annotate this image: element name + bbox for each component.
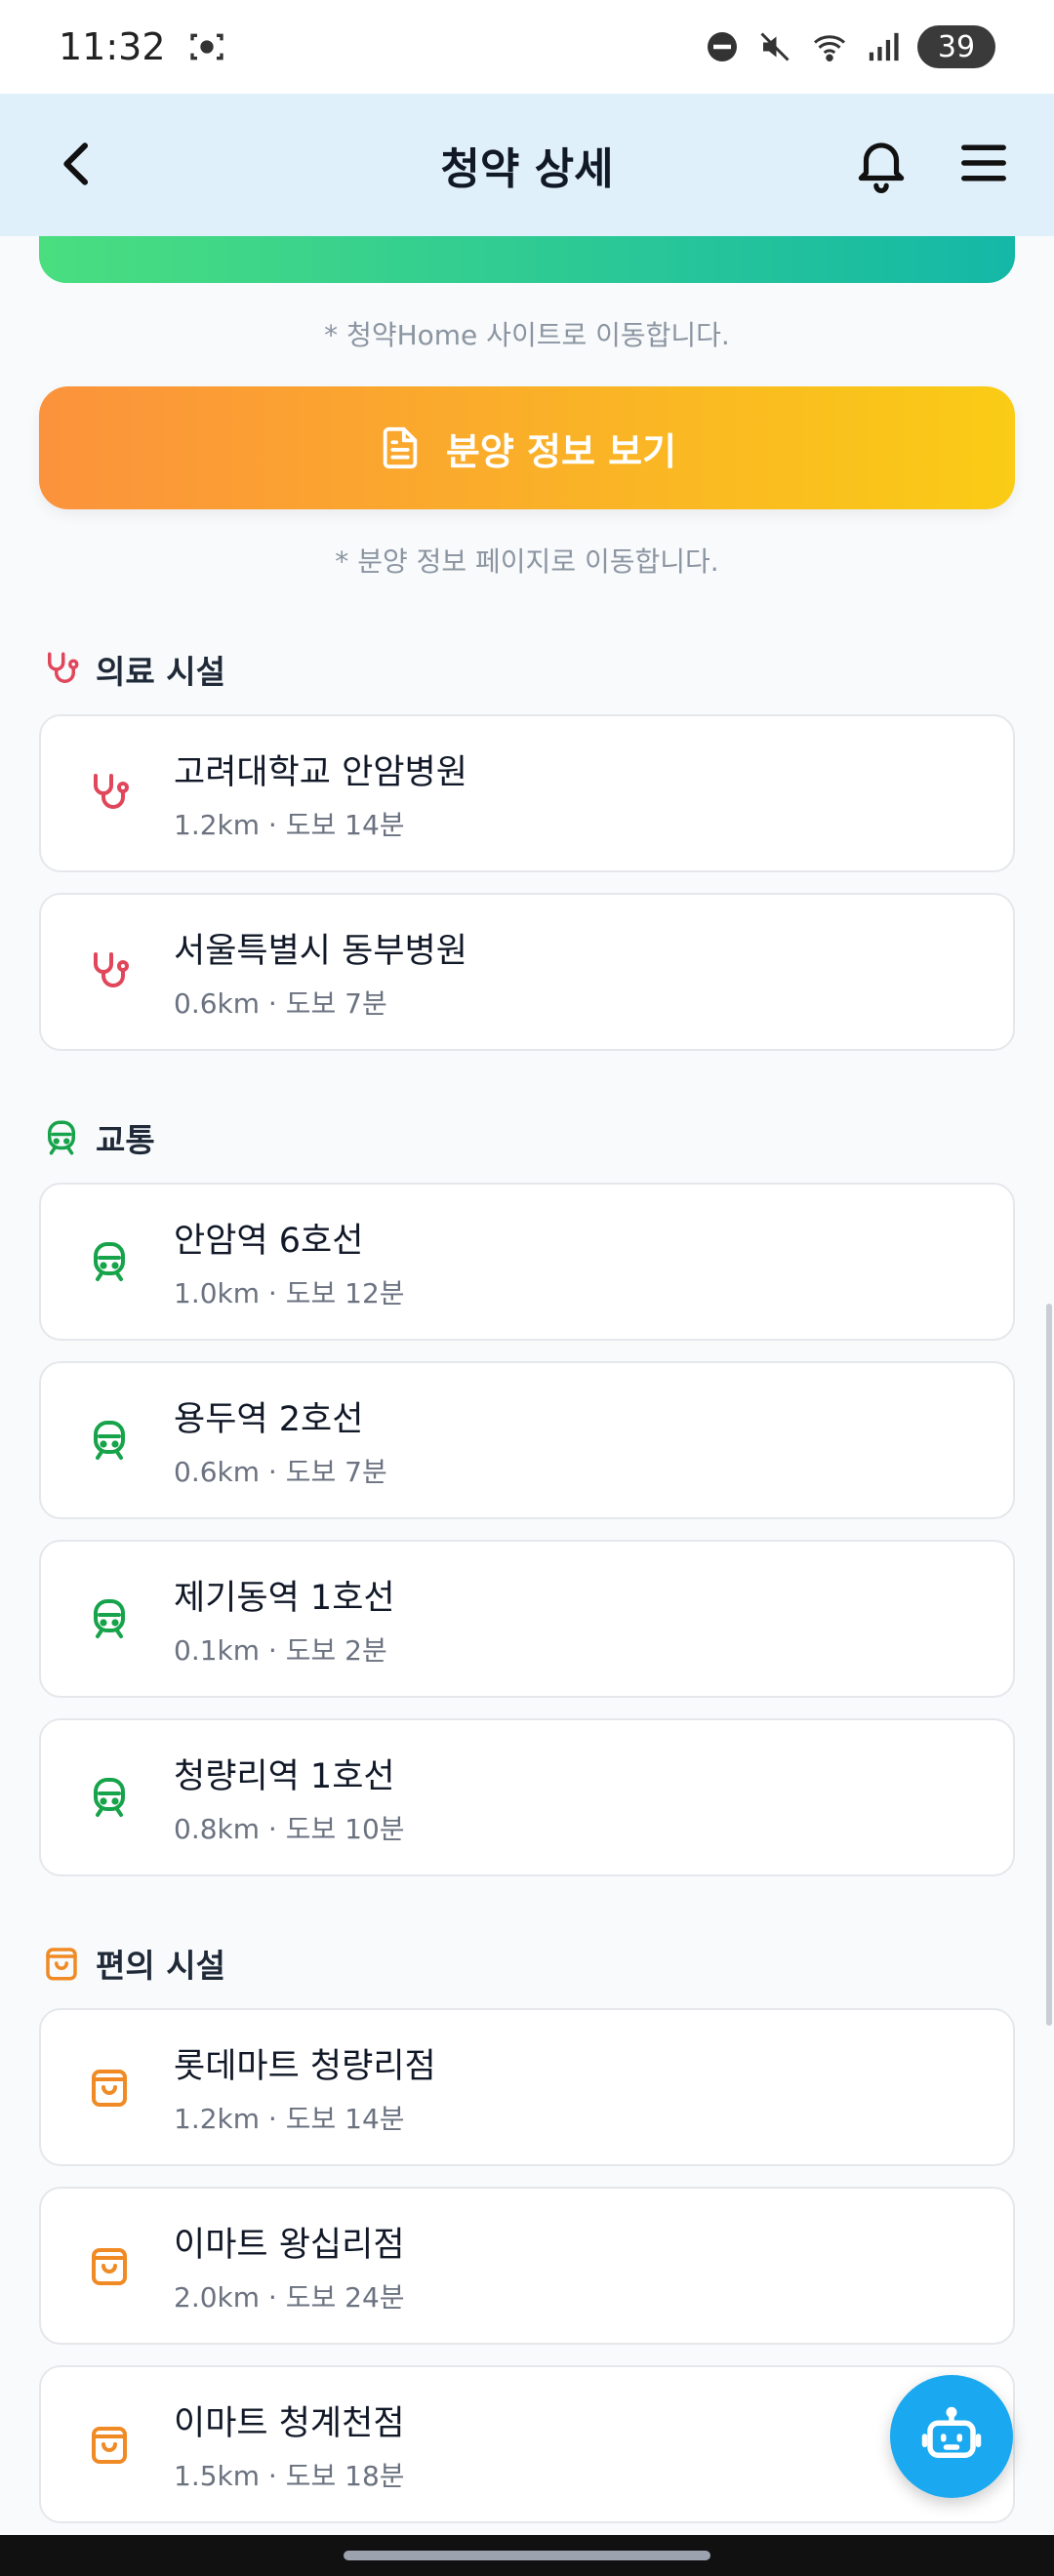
- facility-name: 용두역 2호선: [174, 1399, 364, 1439]
- signal-icon: [869, 32, 899, 61]
- status-bar: 11:32 39: [0, 0, 1054, 94]
- dnd-icon: [708, 32, 737, 61]
- robot-icon: [921, 2406, 982, 2458]
- battery-level: 39: [937, 29, 976, 64]
- facility-card[interactable]: 용두역 2호선 0.6km · 도보 7분: [39, 1361, 1015, 1519]
- facility-card[interactable]: 제기동역 1호선 0.1km · 도보 2분: [39, 1540, 1015, 1698]
- cheongyak-note: * 청약Home 사이트로 이동합니다.: [324, 319, 730, 351]
- facility-distance: 1.5km · 도보 18분: [174, 2459, 405, 2492]
- chatbot-button[interactable]: [890, 2375, 1013, 2498]
- detail-content: * 청약Home 사이트로 이동합니다. 분양 정보 보기 * 분양 정보 페이…: [0, 236, 1054, 2535]
- facility-name: 안암역 6호선: [174, 1221, 364, 1261]
- facility-card[interactable]: 이마트 청계천점 1.5km · 도보 18분: [39, 2365, 1015, 2523]
- bunyang-info-label: 분양 정보 보기: [445, 429, 677, 473]
- shopping-bag-icon: [92, 2427, 127, 2464]
- facility-distance: 0.6km · 도보 7분: [174, 1455, 387, 1488]
- facility-card[interactable]: 청량리역 1호선 0.8km · 도보 10분: [39, 1718, 1015, 1876]
- facility-card[interactable]: 고려대학교 안암병원 1.2km · 도보 14분: [39, 714, 1015, 872]
- train-icon: [94, 1421, 125, 1460]
- facility-distance: 2.0km · 도보 24분: [174, 2280, 405, 2314]
- facility-card[interactable]: 이마트 왕십리점 2.0km · 도보 24분: [39, 2187, 1015, 2345]
- mute-icon: [760, 32, 790, 61]
- facility-name: 이마트 왕십리점: [174, 2225, 405, 2265]
- document-icon: [383, 426, 418, 469]
- facility-name: 고려대학교 안암병원: [174, 752, 467, 792]
- facility-card[interactable]: 안암역 6호선 1.0km · 도보 12분: [39, 1183, 1015, 1341]
- menu-icon[interactable]: [956, 137, 1011, 189]
- bunyang-info-button[interactable]: 분양 정보 보기: [39, 386, 1015, 509]
- stethoscope-icon: [48, 652, 79, 683]
- facility-card[interactable]: 서울특별시 동부병원 0.6km · 도보 7분: [39, 893, 1015, 1051]
- facility-distance: 1.0km · 도보 12분: [174, 1276, 405, 1309]
- train-icon: [48, 1120, 75, 1155]
- battery-indicator: 39: [917, 25, 995, 68]
- app-header: 청약 상세: [0, 94, 1054, 236]
- stethoscope-icon: [94, 774, 129, 809]
- facility-name: 이마트 청계천점: [174, 2403, 405, 2443]
- bunyang-note: * 분양 정보 페이지로 이동합니다.: [335, 545, 719, 578]
- bell-icon[interactable]: [851, 131, 912, 195]
- back-icon[interactable]: [51, 137, 105, 191]
- section-title-transit: 교통: [41, 1114, 155, 1161]
- facility-name: 서울특별시 동부병원: [174, 931, 467, 971]
- facility-name: 제기동역 1호선: [174, 1578, 395, 1618]
- train-icon: [94, 1778, 125, 1817]
- shopping-bag-icon: [92, 2070, 127, 2107]
- section-title-convenience-label: 편의 시설: [96, 1947, 225, 1985]
- facility-distance: 0.8km · 도보 10분: [174, 1812, 405, 1845]
- facility-card[interactable]: 롯데마트 청량리점 1.2km · 도보 14분: [39, 2008, 1015, 2166]
- facility-distance: 1.2km · 도보 14분: [174, 2102, 405, 2135]
- section-title-transit-label: 교통: [96, 1121, 155, 1159]
- train-icon: [94, 1242, 125, 1281]
- shopping-bag-icon: [46, 1948, 77, 1981]
- section-title-medical: 의료 시설: [41, 646, 225, 693]
- screen-record-icon: [189, 33, 223, 60]
- facility-distance: 0.6km · 도보 7분: [174, 986, 387, 1020]
- cheongyak-home-button[interactable]: [39, 236, 1015, 283]
- wifi-icon: [814, 35, 845, 61]
- section-title-convenience: 편의 시설: [41, 1940, 225, 1987]
- scrollbar[interactable]: [1046, 1304, 1052, 2026]
- section-title-medical-label: 의료 시설: [96, 653, 225, 691]
- facility-distance: 1.2km · 도보 14분: [174, 808, 405, 841]
- shopping-bag-icon: [92, 2248, 127, 2285]
- system-nav-bar: [0, 2535, 1054, 2576]
- stethoscope-icon: [94, 952, 129, 987]
- facility-name: 롯데마트 청량리점: [174, 2046, 436, 2086]
- facility-distance: 0.1km · 도보 2분: [174, 1633, 387, 1667]
- facility-name: 청량리역 1호선: [174, 1756, 395, 1796]
- status-time: 11:32: [59, 25, 166, 68]
- train-icon: [94, 1599, 125, 1638]
- home-gesture-bar[interactable]: [344, 2551, 710, 2560]
